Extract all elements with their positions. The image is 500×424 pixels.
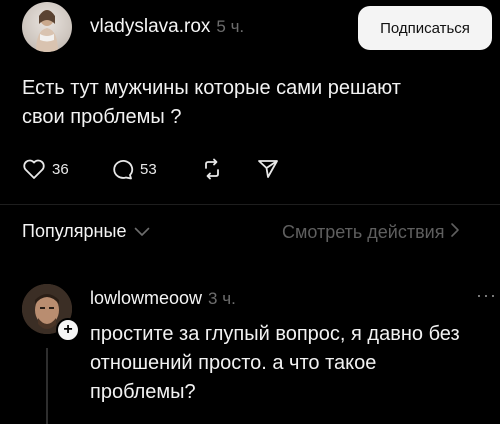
chevron-down-icon xyxy=(126,221,150,242)
share-button[interactable] xyxy=(256,158,280,180)
comment-icon xyxy=(110,158,134,180)
like-button[interactable]: 36 xyxy=(22,158,69,180)
author-name-row: vladyslava.rox 5 ч. xyxy=(90,16,244,38)
like-count: 36 xyxy=(52,160,69,178)
post-text-line: Есть тут мужчины которые сами решают xyxy=(22,77,401,99)
view-actions-link[interactable]: Смотреть действия xyxy=(282,222,460,243)
follow-plus-button[interactable]: + xyxy=(56,318,80,342)
more-options-button[interactable]: ··· xyxy=(476,285,497,306)
view-actions-label: Смотреть действия xyxy=(282,222,445,242)
heart-icon xyxy=(22,158,46,180)
post-time: 5 ч. xyxy=(216,17,245,36)
post-text: Есть тут мужчины которые сами решают сво… xyxy=(22,74,482,132)
reply-username[interactable]: lowlowmeoow xyxy=(90,288,202,308)
reply-text: простите за глупый вопрос, я давно без о… xyxy=(90,320,500,407)
sort-popular-dropdown[interactable]: Популярные xyxy=(22,221,150,242)
comment-button[interactable]: 53 xyxy=(110,158,157,180)
post-text-line: свои проблемы ? xyxy=(22,106,182,128)
reply-time: 3 ч. xyxy=(208,289,236,308)
author-username[interactable]: vladyslava.rox xyxy=(90,16,210,37)
subscribe-button[interactable]: Подписаться xyxy=(358,6,492,50)
comment-count: 53 xyxy=(140,160,157,178)
author-avatar[interactable] xyxy=(22,2,72,52)
thread-line xyxy=(46,348,48,424)
repost-button[interactable] xyxy=(200,158,224,180)
repost-icon xyxy=(200,158,224,180)
share-icon xyxy=(256,158,280,180)
reply-text-line: простите за глупый вопрос, я давно без xyxy=(90,323,460,345)
reply-text-line: отношений просто. а что такое xyxy=(90,352,377,374)
chevron-right-icon xyxy=(444,222,460,243)
reply-text-line: проблемы? xyxy=(90,381,196,403)
sort-popular-label: Популярные xyxy=(22,221,127,241)
section-divider xyxy=(0,204,500,205)
reply-author-row: lowlowmeoow 3 ч. xyxy=(90,288,236,309)
